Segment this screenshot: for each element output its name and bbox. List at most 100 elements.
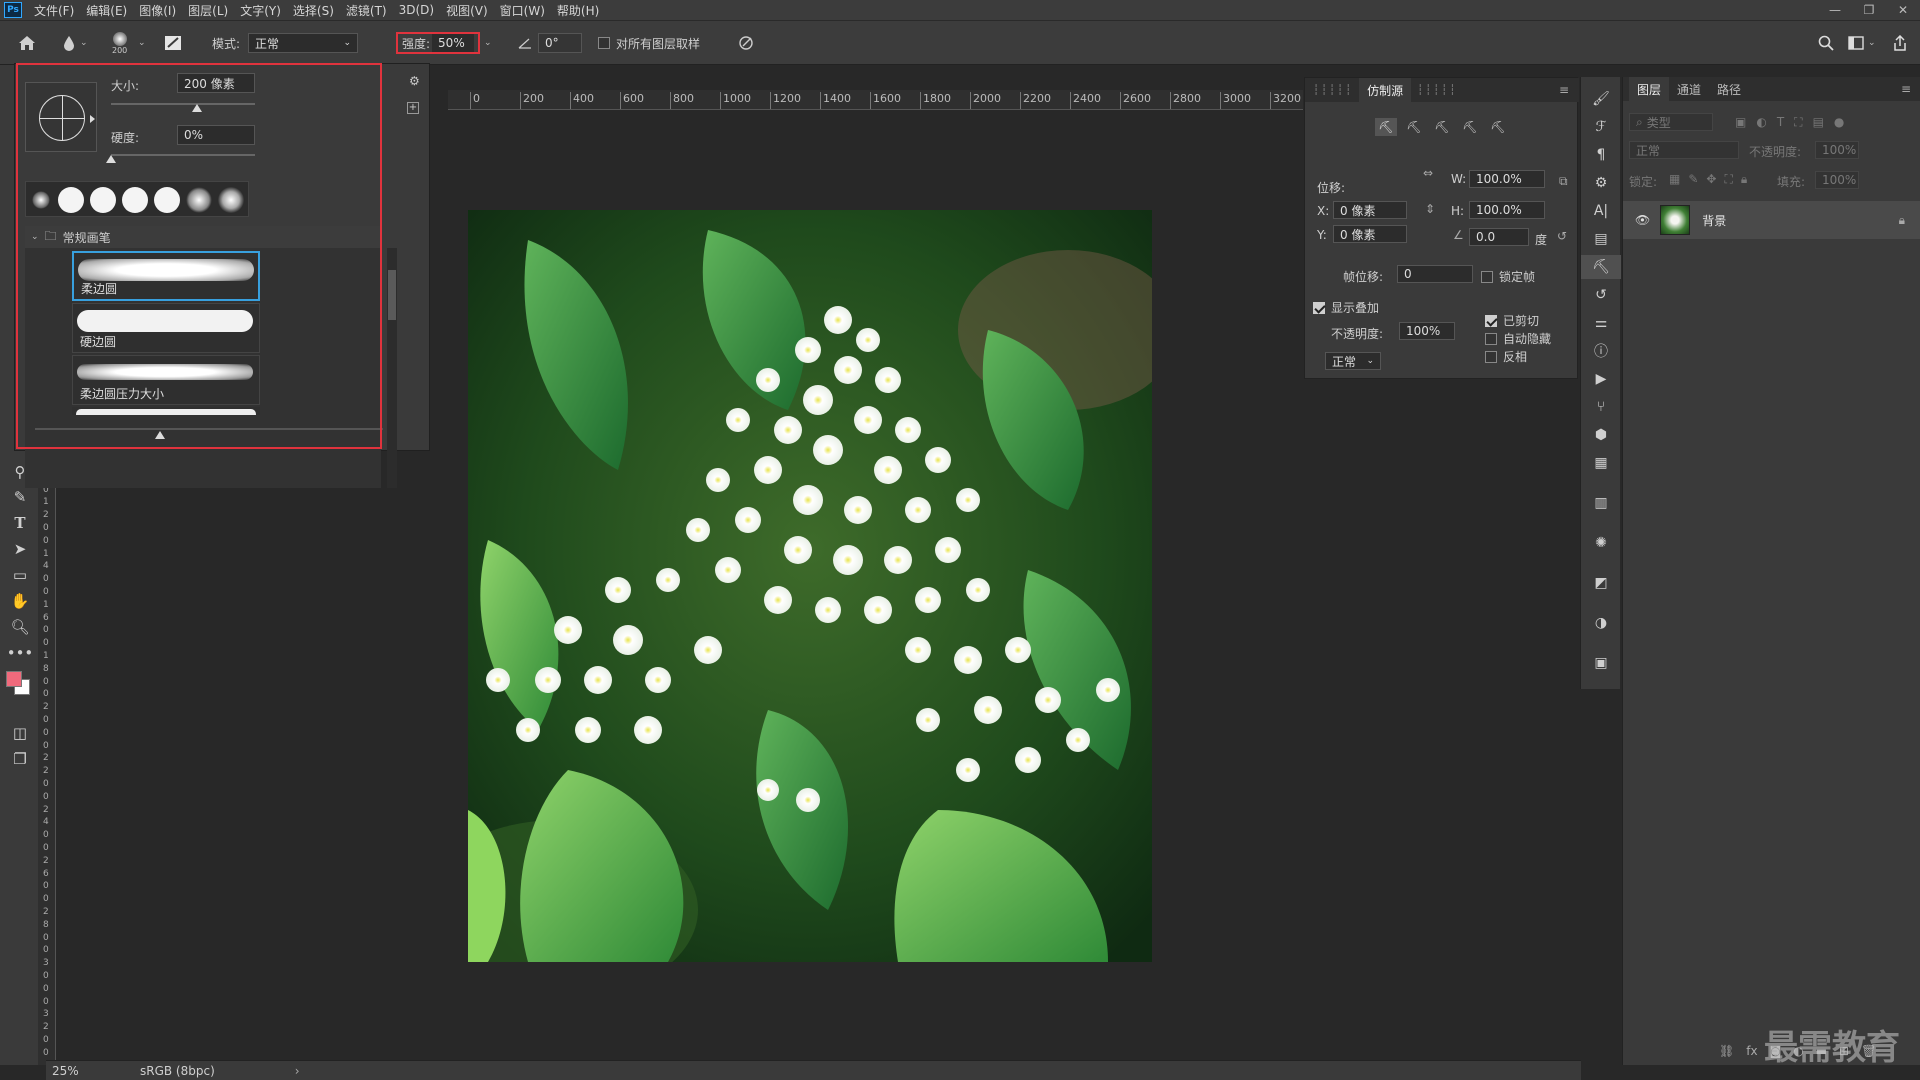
strength-input[interactable]: 50% (432, 34, 475, 52)
menu-window[interactable]: 窗口(W) (494, 2, 551, 19)
pen-tool[interactable]: ✎ (0, 485, 40, 509)
zoom-level[interactable]: 25% (52, 1064, 112, 1078)
pressure-button[interactable] (738, 21, 754, 65)
flip-horizontal-icon[interactable]: ⇔ (1423, 166, 1433, 180)
paths-panel-button[interactable]: ⑂ (1581, 395, 1621, 419)
layer-opacity-input[interactable]: 100% (1815, 141, 1859, 159)
screen-mode-button[interactable]: ❐ (0, 747, 40, 771)
invert-checkbox[interactable]: 反相 (1485, 348, 1527, 365)
navigator-panel-button[interactable]: ✺ (1581, 531, 1621, 555)
gear-icon[interactable]: ⚙ (409, 74, 420, 88)
clone-source-2-button[interactable]: ⛏︎ (1403, 118, 1425, 136)
color-panel-button[interactable]: ◑ (1581, 611, 1621, 635)
history-panel-button[interactable]: ↺ (1581, 283, 1621, 307)
menu-layer[interactable]: 图层(L) (182, 2, 234, 19)
restore-button[interactable]: ❐ (1852, 0, 1886, 20)
collapsed-panel-tabs-right[interactable]: ┆┆┆┆┆ (1417, 85, 1457, 96)
pixel-filter-icon[interactable]: ▣ (1735, 115, 1746, 130)
color-swatches[interactable] (6, 671, 30, 695)
lock-frame-checkbox[interactable]: 锁定帧 (1481, 268, 1535, 285)
collapsed-panel-tabs-left[interactable]: ┆┆┆┆┆ (1313, 85, 1353, 96)
clipped-checkbox[interactable]: 已剪切 (1485, 312, 1539, 329)
brush-settings-toggle[interactable] (164, 21, 182, 65)
zoom-tool[interactable]: 🔍︎ (0, 615, 40, 639)
glyphs-panel-button[interactable]: ℱ (1581, 115, 1621, 139)
w-input[interactable]: 100.0% (1469, 170, 1545, 188)
menu-filter[interactable]: 滤镜(T) (340, 2, 393, 19)
link-icon[interactable]: ⧉ (1559, 174, 1568, 189)
lock-all-icon[interactable]: 🔒︎ (1741, 172, 1747, 187)
hand-tool[interactable]: ✋ (0, 589, 40, 613)
minimize-button[interactable]: — (1818, 0, 1852, 20)
mode-select[interactable]: 正常 ⌄ (248, 33, 358, 53)
x-input[interactable]: 0 像素 (1333, 201, 1407, 219)
new-preset-icon[interactable]: + (407, 102, 419, 114)
layer-comps-panel-button[interactable]: ◩ (1581, 571, 1621, 595)
tab-layers[interactable]: 图层 (1629, 77, 1670, 101)
smart-filter-icon[interactable]: ▤ (1813, 115, 1824, 130)
flip-vertical-icon[interactable]: ⇕ (1425, 202, 1435, 216)
sample-all-layers-checkbox[interactable]: 对所有图层取样 (598, 21, 700, 65)
adjustment-filter-icon[interactable]: ◐ (1756, 115, 1766, 130)
rectangle-tool[interactable]: ▭ (0, 563, 40, 587)
menu-3d[interactable]: 3D(D) (393, 3, 440, 17)
timeline-panel-button[interactable]: ▦ (1581, 451, 1621, 475)
menu-type[interactable]: 文字(Y) (234, 2, 287, 19)
brush-settings-panel-button[interactable]: 🖌︎ (1581, 87, 1621, 111)
clone-source-4-button[interactable]: ⛏︎ (1459, 118, 1481, 136)
layer-blend-select[interactable]: 正常 (1629, 141, 1739, 159)
photoshop-logo[interactable]: Ps (4, 2, 22, 18)
more-tools-button[interactable]: ••• (0, 641, 40, 665)
reset-transform-icon[interactable]: ↺ (1557, 229, 1567, 243)
fill-input[interactable]: 100% (1815, 171, 1859, 189)
overlay-blend-select[interactable]: 正常 ⌄ (1325, 352, 1381, 370)
lock-position-icon[interactable]: ✥ (1706, 172, 1716, 187)
brush-preset-button[interactable]: 200 (112, 21, 127, 65)
strength-dropdown[interactable]: ⌄ (484, 38, 492, 48)
type-filter-icon[interactable]: T (1777, 115, 1784, 130)
actions-panel-button[interactable]: ▶ (1581, 367, 1621, 391)
tab-clone-source[interactable]: 仿制源 (1359, 78, 1412, 102)
auto-hide-checkbox[interactable]: 自动隐藏 (1485, 330, 1551, 347)
menu-select[interactable]: 选择(S) (287, 2, 340, 19)
notes-panel-button[interactable]: ▥ (1581, 491, 1621, 515)
layer-filter-select[interactable]: ⌕ 类型 (1629, 113, 1713, 131)
panel-menu-icon[interactable]: ≡ (1559, 83, 1569, 97)
lock-transparent-icon[interactable]: ▦ (1669, 172, 1680, 187)
foreground-color-swatch[interactable] (6, 671, 22, 687)
menu-view[interactable]: 视图(V) (440, 2, 494, 19)
search-button[interactable] (1818, 21, 1834, 65)
fx-icon[interactable]: fx (1746, 1044, 1757, 1058)
menu-help[interactable]: 帮助(H) (551, 2, 605, 19)
share-button[interactable] (1892, 21, 1908, 65)
h-input[interactable]: 100.0% (1469, 201, 1545, 219)
layer-row-background[interactable]: 👁︎ 背景 🔒︎ (1623, 201, 1920, 239)
clone-source-panel-button[interactable]: ⛏︎ (1581, 255, 1621, 279)
character-panel-button[interactable]: A| (1581, 199, 1621, 223)
menu-image[interactable]: 图像(I) (133, 2, 182, 19)
brush-list-scrollbar[interactable] (387, 248, 397, 488)
document-canvas[interactable] (468, 210, 1152, 962)
type-tool[interactable]: T (0, 511, 40, 535)
link-layers-icon[interactable]: ⛓︎ (1719, 1044, 1734, 1058)
3d-panel-button[interactable]: ⬢ (1581, 423, 1621, 447)
panel-menu-icon[interactable]: ≡ (1901, 82, 1911, 96)
clone-source-5-button[interactable]: ⛏︎ (1487, 118, 1509, 136)
menu-file[interactable]: 文件(F) (28, 2, 80, 19)
clone-source-1-button[interactable]: ⛏︎ (1375, 118, 1397, 136)
overlay-opacity-input[interactable]: 100% (1399, 322, 1455, 340)
rotation-input[interactable]: 0.0 (1469, 228, 1529, 246)
tab-channels[interactable]: 通道 (1669, 77, 1709, 101)
paragraph-panel-button[interactable]: ¶ (1581, 143, 1621, 167)
shape-filter-icon[interactable]: ⛶ (1794, 115, 1802, 130)
properties-panel-button[interactable]: ⚌ (1581, 311, 1621, 335)
menu-edit[interactable]: 编辑(E) (80, 2, 133, 19)
brush-dropdown-arrow[interactable]: ⌄ (138, 21, 146, 65)
libraries-panel-button[interactable]: ▤ (1581, 227, 1621, 251)
lock-artboard-icon[interactable]: ⛶ (1724, 172, 1732, 187)
quick-mask-button[interactable]: ◫ (0, 721, 40, 745)
tool-preset-picker[interactable]: ⌄ (62, 21, 88, 65)
workspace-button[interactable]: ⌄ (1848, 21, 1876, 65)
frame-offset-input[interactable]: 0 (1397, 265, 1473, 283)
eye-icon[interactable]: 👁︎ (1635, 213, 1650, 227)
